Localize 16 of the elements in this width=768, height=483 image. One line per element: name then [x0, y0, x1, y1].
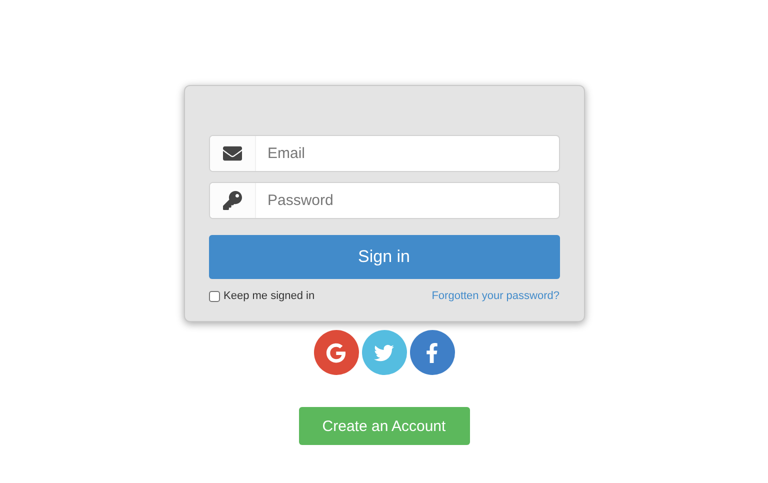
forgot-password-link[interactable]: Forgotten your password? — [432, 290, 560, 302]
bird-icon — [374, 342, 394, 362]
sign-in-button[interactable]: Sign in — [208, 235, 560, 279]
envelope-icon — [222, 144, 242, 163]
create-account-button[interactable]: Create an Account — [298, 407, 470, 445]
google-button[interactable] — [314, 330, 358, 375]
facebook-button[interactable] — [410, 330, 454, 375]
key-icon — [222, 191, 242, 210]
twitter-button[interactable] — [362, 330, 406, 375]
password-input-group[interactable]: Password — [208, 182, 560, 219]
password-field[interactable]: Password — [256, 183, 558, 218]
email-input-group[interactable]: Email — [208, 135, 560, 172]
remember-checkbox[interactable] — [208, 290, 220, 302]
email-field[interactable]: Email — [256, 136, 558, 171]
google-icon — [326, 342, 346, 362]
remember-label: Keep me signed in — [224, 290, 315, 302]
